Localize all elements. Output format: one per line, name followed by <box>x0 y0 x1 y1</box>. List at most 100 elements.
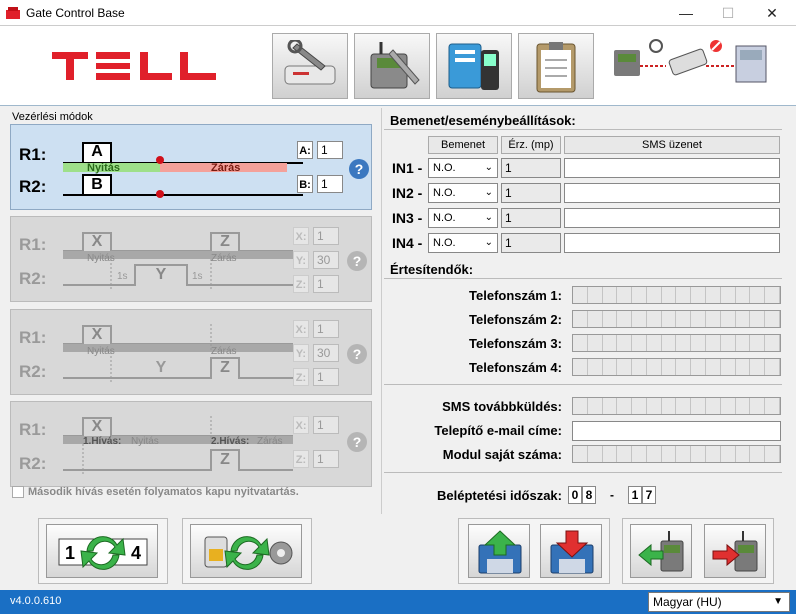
x-param-input[interactable]: 1 <box>313 227 339 245</box>
in4-label: IN4 - <box>392 235 423 251</box>
open-label: Nyitás <box>87 253 115 264</box>
mode-panel-2[interactable]: R1: R2: X Z Y Nyitás Zárás 1s 1s X: 1 Y:… <box>10 216 372 302</box>
in1-sens-input[interactable]: 1 <box>501 158 561 178</box>
phone1-input[interactable] <box>572 286 781 304</box>
in2-mode-select[interactable]: N.O. ⌄ <box>428 183 498 203</box>
mode-panel-3[interactable]: R1: R2: X Z Y Nyitás Zárás X: 1 Y: 30 Z:… <box>10 309 372 395</box>
help-icon[interactable]: ? <box>347 432 367 452</box>
sms-forward-input[interactable] <box>572 397 781 415</box>
write-module-button[interactable] <box>704 524 766 578</box>
maximize-button[interactable]: ☐ <box>706 0 750 26</box>
in4-sens-input[interactable]: 1 <box>501 233 561 253</box>
read-from-module-icon <box>638 531 684 572</box>
in3-mode-select[interactable]: N.O. ⌄ <box>428 208 498 228</box>
box-y: Y <box>155 266 167 283</box>
close-button[interactable]: ✕ <box>750 0 794 26</box>
in1-mode-select[interactable]: N.O. ⌄ <box>428 158 498 178</box>
svg-text:1: 1 <box>65 543 75 563</box>
b-param-label: B: <box>297 175 313 193</box>
divider <box>384 278 782 279</box>
open-label: Nyitás <box>87 162 121 174</box>
x-param-input[interactable]: 1 <box>313 416 339 434</box>
phone4-label: Telefonszám 4: <box>469 360 562 375</box>
window-title: Gate Control Base <box>26 6 125 20</box>
sim-sync-button[interactable] <box>190 524 302 578</box>
z-param-input[interactable]: 1 <box>313 450 339 468</box>
b-param-input[interactable]: 1 <box>317 175 343 193</box>
x-param-input[interactable]: 1 <box>313 320 339 338</box>
in4-sms-input[interactable] <box>564 233 780 253</box>
chevron-down-icon: ⌄ <box>484 187 493 198</box>
r1-label: R1: <box>19 145 47 164</box>
status-bar: v4.0.0.610 Magyar (HU) ▼ <box>0 590 796 614</box>
help-icon[interactable]: ? <box>347 251 367 271</box>
in2-label: IN2 - <box>392 185 423 201</box>
in3-mode-value: N.O. <box>433 212 456 224</box>
delay-label: 1s <box>117 271 128 282</box>
mode-panel-1[interactable]: R1: R2: A B Nyitás Zárás A: 1 B: 1 ? <box>10 124 372 210</box>
installer-email-input[interactable] <box>572 421 781 441</box>
in1-sms-input[interactable] <box>564 158 780 178</box>
box-x: X <box>91 233 103 250</box>
write-to-module-icon <box>712 531 758 572</box>
phonebook-button[interactable] <box>436 33 512 99</box>
entry-to-hour-d2[interactable]: 7 <box>642 486 656 504</box>
box-x: X <box>91 418 103 435</box>
in3-sms-input[interactable] <box>564 208 780 228</box>
in2-sens-input[interactable]: 1 <box>501 183 561 203</box>
call1-label: 1.Hívás: <box>83 436 122 447</box>
chevron-down-icon: ⌄ <box>484 162 493 173</box>
settings-wrench-icon <box>284 40 336 85</box>
y-param-input[interactable]: 30 <box>313 251 339 269</box>
module-number-input[interactable] <box>572 445 781 463</box>
language-select[interactable]: Magyar (HU) ▼ <box>648 592 790 612</box>
box-y: Y <box>155 359 167 376</box>
close-label: Zárás <box>211 162 241 174</box>
module-settings-button[interactable] <box>354 33 430 99</box>
sim-sync-settings-icon <box>204 536 293 570</box>
clipboard-button[interactable] <box>518 33 594 99</box>
close-label: Zárás <box>257 436 283 447</box>
language-value: Magyar (HU) <box>653 595 722 609</box>
box-z: Z <box>220 451 230 468</box>
in3-label: IN3 - <box>392 210 423 226</box>
y-param-input[interactable]: 30 <box>313 344 339 362</box>
entry-from-hour-d1[interactable]: 0 <box>568 486 582 504</box>
mode-panel-4[interactable]: R1: R2: X Z 1.Hívás: Nyitás 2.Hívás: Zár… <box>10 401 372 487</box>
installer-email-label: Telepítő e-mail címe: <box>434 423 562 438</box>
modes-section-title: Vezérlési módok <box>12 111 93 123</box>
load-file-button[interactable] <box>468 524 530 578</box>
save-file-button[interactable] <box>540 524 602 578</box>
title-bar: Gate Control Base — ☐ ✕ <box>0 0 796 26</box>
phone3-input[interactable] <box>572 334 781 352</box>
box-b: B <box>91 176 103 193</box>
download-icon <box>550 530 594 574</box>
in4-mode-select[interactable]: N.O. ⌄ <box>428 233 498 253</box>
phone2-input[interactable] <box>572 310 781 328</box>
entry-dash: - <box>610 488 614 502</box>
in2-mode-value: N.O. <box>433 187 456 199</box>
y-param-label: Y: <box>293 251 309 269</box>
continuous-open-checkbox[interactable] <box>12 486 24 498</box>
minimize-button[interactable]: — <box>664 0 708 26</box>
z-param-input[interactable]: 1 <box>313 368 339 386</box>
read-module-button[interactable] <box>630 524 692 578</box>
close-label: Zárás <box>211 346 237 357</box>
help-icon[interactable]: ? <box>347 344 367 364</box>
phone1-label: Telefonszám 1: <box>469 288 562 303</box>
phone4-input[interactable] <box>572 358 781 376</box>
a-param-input[interactable]: 1 <box>317 141 343 159</box>
module-number-label: Modul saját száma: <box>442 447 562 462</box>
entry-from-hour-d2[interactable]: 8 <box>582 486 596 504</box>
col-sens-header: Érz. (mp) <box>501 136 561 154</box>
settings-wrench-button[interactable] <box>272 33 348 99</box>
in3-sens-input[interactable]: 1 <box>501 208 561 228</box>
r1-label: R1: <box>19 235 47 254</box>
z-param-label: Z: <box>293 275 309 293</box>
entry-to-hour-d1[interactable]: 1 <box>628 486 642 504</box>
col-sms-header: SMS üzenet <box>564 136 780 154</box>
help-icon[interactable]: ? <box>349 159 369 179</box>
renumber-button[interactable]: 1 4 <box>46 524 158 578</box>
z-param-input[interactable]: 1 <box>313 275 339 293</box>
in2-sms-input[interactable] <box>564 183 780 203</box>
